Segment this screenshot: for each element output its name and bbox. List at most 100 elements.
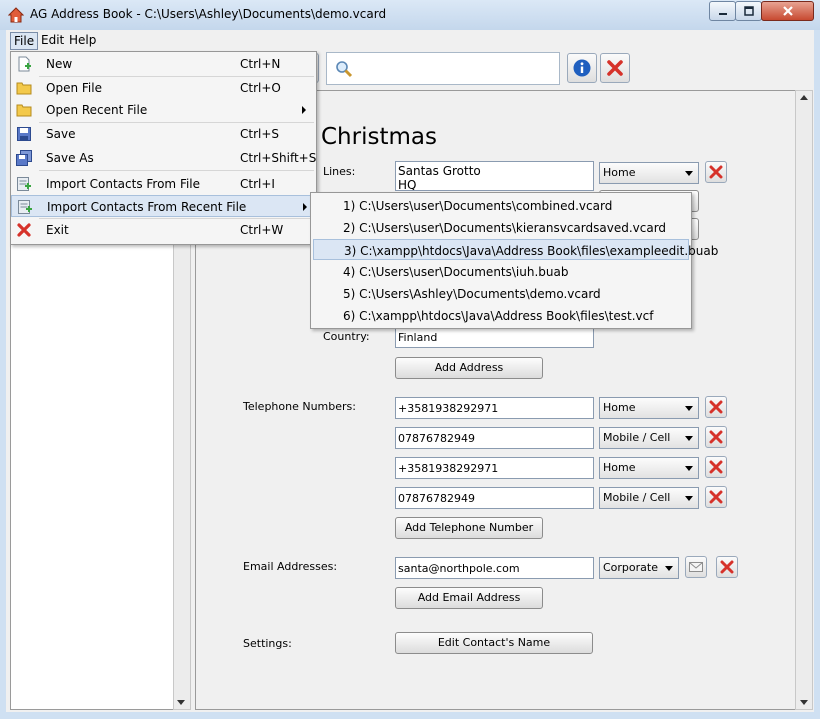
info-button[interactable] (567, 53, 597, 83)
folder-icon (16, 104, 32, 117)
menu-help[interactable]: Help (66, 32, 99, 48)
menu-item-open-recent-file[interactable]: Open Recent File (11, 99, 316, 121)
edit-contact-name-button[interactable]: Edit Contact's Name (395, 632, 593, 654)
menu-item-label: Save (46, 127, 76, 141)
lines-label: Lines: (323, 165, 356, 178)
email-addresses-label: Email Addresses: (243, 560, 338, 573)
recent-file-item[interactable]: 6) C:\xampp\htdocs\Java\Address Book\fil… (313, 305, 689, 326)
phone-type-select[interactable]: Mobile / Cell (599, 427, 699, 449)
delete-icon (709, 460, 723, 474)
send-email-button[interactable] (685, 556, 707, 578)
phone-type-value: Mobile / Cell (603, 491, 671, 504)
add-telephone-number-button[interactable]: Add Telephone Number (395, 517, 543, 539)
email-field[interactable]: santa@northpole.com (395, 557, 594, 579)
menu-item-save[interactable]: Save Ctrl+S (11, 123, 316, 145)
address-line-2: HQ (398, 178, 417, 191)
address-type-select[interactable]: Home (599, 162, 699, 184)
address-type-value: Home (603, 166, 636, 179)
menu-item-label: Open File (46, 81, 102, 95)
scroll-down-icon[interactable] (177, 700, 185, 705)
minimize-icon (718, 13, 727, 15)
menu-item-new[interactable]: New Ctrl+N (11, 53, 316, 75)
maximize-button[interactable] (735, 1, 762, 21)
settings-label: Settings: (243, 637, 292, 650)
scroll-down-icon[interactable] (800, 700, 808, 705)
minimize-button[interactable] (709, 1, 736, 21)
title-bar: AG Address Book - C:\Users\Ashley\Docume… (0, 0, 820, 30)
menu-item-label: Import Contacts From Recent File (47, 200, 247, 214)
close-icon (782, 6, 793, 16)
maximize-icon (743, 6, 754, 16)
recent-file-label: 3) C:\xampp\htdocs\Java\Address Book\fil… (344, 244, 719, 258)
recent-file-label: 4) C:\Users\user\Documents\iuh.buab (343, 265, 569, 279)
recent-file-item[interactable]: 2) C:\Users\user\Documents\kieransvcards… (313, 217, 689, 238)
delete-icon (709, 490, 723, 504)
delete-phone-button[interactable] (705, 426, 727, 448)
email-type-select[interactable]: Corporate (599, 557, 679, 579)
phone-field[interactable]: 07876782949 (395, 427, 594, 449)
menu-item-save-as[interactable]: Save As Ctrl+Shift+S (11, 147, 316, 169)
phone-type-value: Mobile / Cell (603, 431, 671, 444)
recent-file-item[interactable]: 3) C:\xampp\htdocs\Java\Address Book\fil… (313, 239, 718, 260)
exit-icon (17, 223, 31, 237)
house-icon (8, 7, 24, 23)
scroll-up-icon[interactable] (800, 95, 808, 100)
menu-bar: File Edit Help (6, 30, 814, 50)
submenu-arrow-icon (302, 106, 306, 114)
phone-type-value: Home (603, 461, 636, 474)
delete-icon (709, 400, 723, 414)
folder-icon (16, 82, 32, 95)
phone-field[interactable]: +3581938292971 (395, 457, 594, 479)
delete-address-button[interactable] (705, 161, 727, 183)
recent-file-label: 1) C:\Users\user\Documents\combined.vcar… (343, 199, 613, 213)
menu-item-import-contacts-from-recent-file[interactable]: Import Contacts From Recent File (11, 195, 316, 217)
delete-email-button[interactable] (716, 556, 738, 578)
menu-separator (39, 170, 314, 171)
envelope-icon (689, 562, 703, 572)
menu-item-import-contacts-from-file[interactable]: Import Contacts From File Ctrl+I (11, 173, 316, 195)
add-email-address-button[interactable]: Add Email Address (395, 587, 543, 609)
menu-item-label: Open Recent File (46, 103, 148, 117)
recent-file-label: 6) C:\xampp\htdocs\Java\Address Book\fil… (343, 309, 654, 323)
search-input[interactable] (326, 52, 560, 85)
recent-file-item[interactable]: 1) C:\Users\user\Documents\combined.vcar… (313, 195, 689, 216)
country-field[interactable]: Finland (395, 326, 594, 348)
file-menu-dropdown: New Ctrl+N Open File Ctrl+O Open Recent … (10, 51, 317, 245)
phone-field[interactable]: 07876782949 (395, 487, 594, 509)
phone-type-select[interactable]: Mobile / Cell (599, 487, 699, 509)
menu-item-label: New (46, 57, 73, 71)
menu-item-shortcut: Ctrl+W (240, 223, 284, 237)
menu-file[interactable]: File (10, 32, 39, 50)
delete-icon (709, 165, 723, 179)
menu-edit[interactable]: Edit (38, 32, 67, 48)
menu-item-open-file[interactable]: Open File Ctrl+O (11, 77, 316, 99)
menu-item-label: Exit (46, 223, 69, 237)
window-title: AG Address Book - C:\Users\Ashley\Docume… (30, 7, 387, 21)
import-icon (18, 200, 32, 214)
menu-item-shortcut: Ctrl+S (240, 127, 280, 141)
delete-phone-button[interactable] (705, 486, 727, 508)
phone-field[interactable]: +3581938292971 (395, 397, 594, 419)
delete-phone-button[interactable] (705, 456, 727, 478)
recent-file-label: 2) C:\Users\user\Documents\kieransvcards… (343, 221, 667, 235)
contact-detail-scrollbar[interactable] (795, 90, 813, 710)
menu-item-shortcut: Ctrl+Shift+S (240, 151, 317, 165)
email-type-value: Corporate (603, 561, 658, 574)
delete-phone-button[interactable] (705, 396, 727, 418)
country-label: Country: (323, 330, 370, 343)
phone-type-select[interactable]: Home (599, 397, 699, 419)
recent-files-submenu: 1) C:\Users\user\Documents\combined.vcar… (310, 192, 718, 329)
add-address-button[interactable]: Add Address (395, 357, 543, 379)
address-line-1: Santas Grotto (398, 164, 481, 178)
address-lines-field[interactable]: Santas Grotto HQ (395, 161, 594, 191)
recent-file-item[interactable]: 5) C:\Users\Ashley\Documents\demo.vcard (313, 283, 689, 304)
save-as-icon (16, 150, 32, 166)
import-icon (17, 177, 31, 191)
menu-item-shortcut: Ctrl+I (240, 177, 275, 191)
menu-item-exit[interactable]: Exit Ctrl+W (11, 219, 316, 241)
delete-contact-button[interactable] (600, 53, 630, 83)
phone-type-select[interactable]: Home (599, 457, 699, 479)
recent-file-item[interactable]: 4) C:\Users\user\Documents\iuh.buab (313, 261, 689, 282)
close-window-button[interactable] (761, 1, 814, 21)
phone-type-value: Home (603, 401, 636, 414)
